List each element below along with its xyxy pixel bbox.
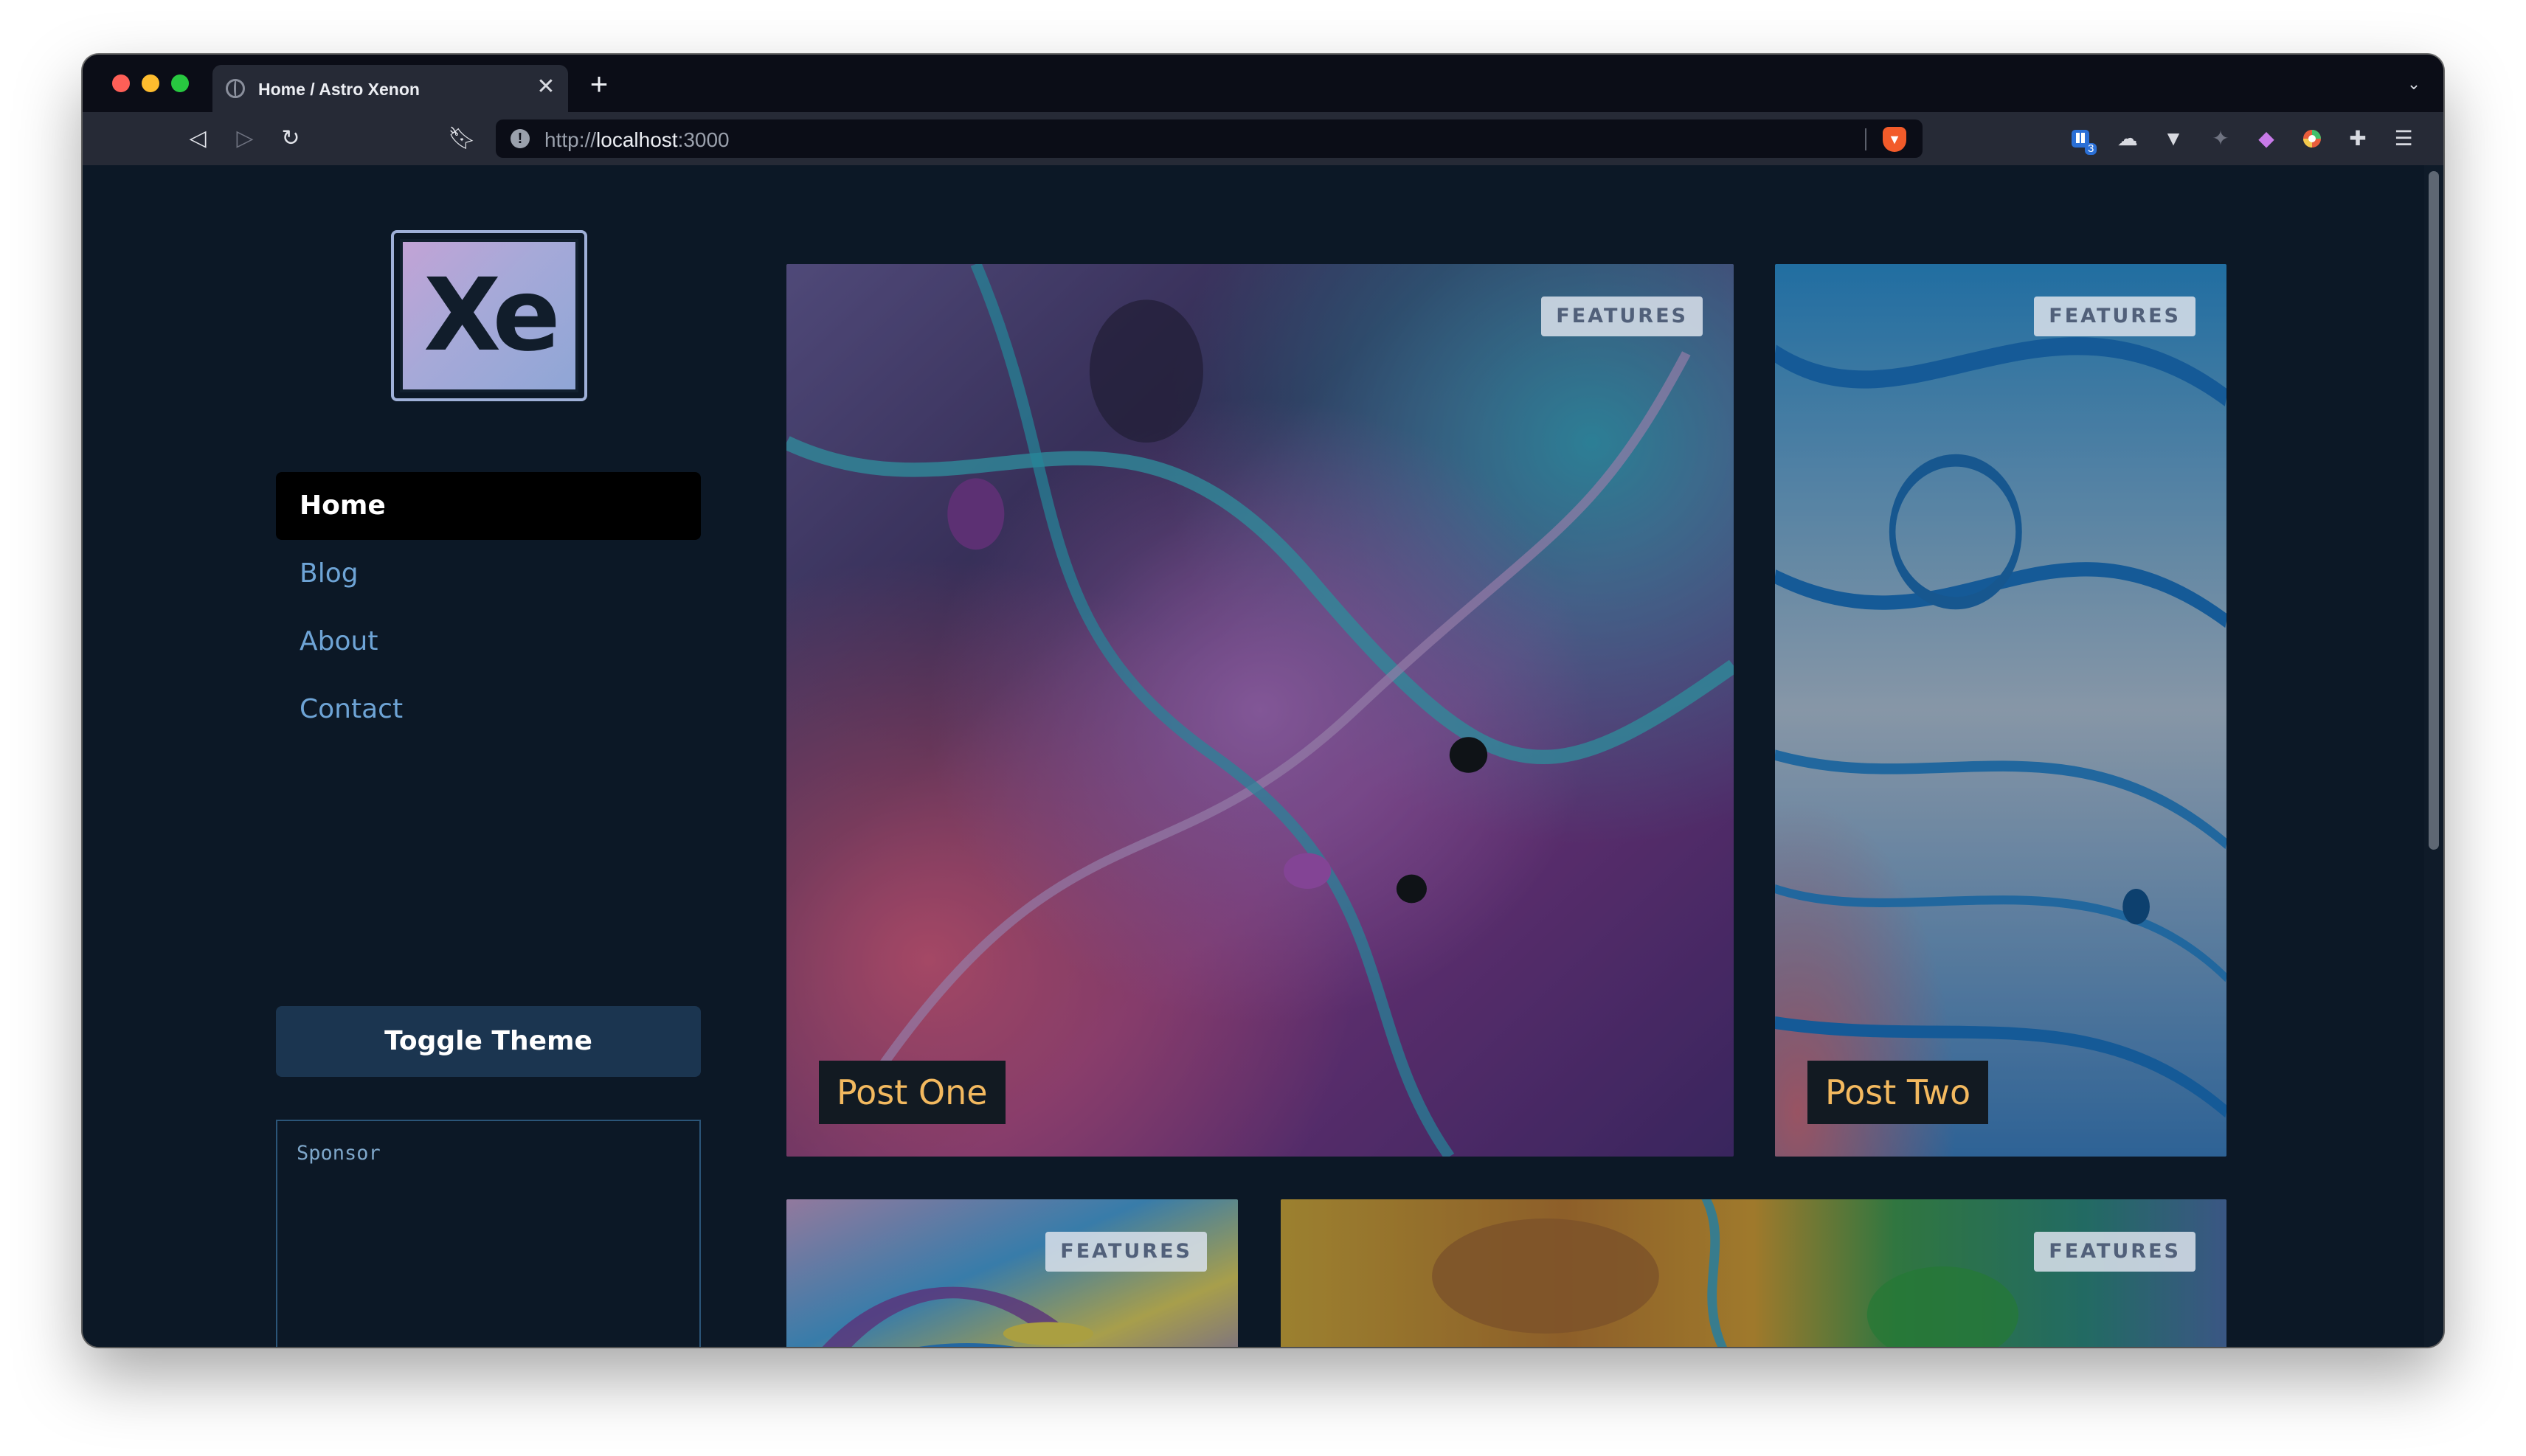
menu-icon[interactable]: ☰ xyxy=(2387,122,2420,155)
maximize-window-button[interactable] xyxy=(171,74,189,92)
image-overlay xyxy=(1281,1199,2226,1347)
chevron-down-icon[interactable]: ⌄ xyxy=(2401,71,2427,97)
sponsor-box: Sponsor xyxy=(276,1120,701,1347)
tab-title: Home / Astro Xenon xyxy=(258,80,420,99)
post-title[interactable]: Post Two xyxy=(1807,1061,1989,1124)
info-icon[interactable]: ! xyxy=(511,129,530,148)
plus-icon[interactable]: + xyxy=(581,66,617,102)
puzzle-extension-icon[interactable]: ✚ xyxy=(2342,122,2374,155)
sidebar-nav: Home Blog About Contact xyxy=(276,472,701,743)
url-text[interactable]: http://localhost:3000 xyxy=(544,128,730,152)
close-window-button[interactable] xyxy=(112,74,130,92)
scrollbar[interactable] xyxy=(2424,165,2443,1347)
category-badge[interactable]: FEATURES xyxy=(2034,1232,2195,1272)
category-badge[interactable]: FEATURES xyxy=(1045,1232,1207,1272)
post-title[interactable]: Post One xyxy=(819,1061,1006,1124)
logo-text: Xe xyxy=(423,257,560,374)
post-card-three[interactable]: FEATURES xyxy=(786,1199,1238,1347)
address-bar[interactable]: ! http://localhost:3000 ▼ xyxy=(496,119,1923,158)
browser-window: Home / Astro Xenon ✕ + ⌄ ◁ ▷ ↻ 🔖︎ ! http… xyxy=(83,55,2443,1347)
tab-strip: Home / Astro Xenon ✕ + ⌄ xyxy=(83,55,2443,112)
nav-item-home[interactable]: Home xyxy=(276,472,701,540)
cloud-extension-icon[interactable]: ☁ xyxy=(2111,122,2144,155)
post-card-two[interactable]: FEATURES Post Two xyxy=(1775,264,2226,1157)
minimize-window-button[interactable] xyxy=(142,74,159,92)
site-logo[interactable]: Xe xyxy=(391,230,587,401)
extension-icon[interactable]: 3 xyxy=(2064,122,2097,155)
url-divider xyxy=(1865,128,1866,150)
brave-shield-icon[interactable]: ▼ xyxy=(1883,127,1906,152)
scrollbar-thumb[interactable] xyxy=(2429,171,2439,850)
image-overlay xyxy=(786,264,1734,1157)
nav-item-about[interactable]: About xyxy=(276,608,701,676)
reload-icon[interactable]: ↻ xyxy=(273,121,308,156)
post-card-one[interactable]: FEATURES Post One xyxy=(786,264,1734,1157)
pin-extension-icon[interactable]: ✦ xyxy=(2204,122,2237,155)
nav-item-contact[interactable]: Contact xyxy=(276,676,701,743)
browser-tab[interactable]: Home / Astro Xenon ✕ xyxy=(212,65,568,112)
extension-badge: 3 xyxy=(2085,143,2097,155)
category-badge[interactable]: FEATURES xyxy=(2034,297,2195,336)
sponsor-label: Sponsor xyxy=(297,1142,381,1165)
vue-extension-icon[interactable]: ▼ xyxy=(2157,122,2190,155)
nav-item-blog[interactable]: Blog xyxy=(276,540,701,608)
color-extension-icon[interactable] xyxy=(2296,122,2328,155)
post-card-four[interactable]: FEATURES xyxy=(1281,1199,2226,1347)
image-overlay xyxy=(786,1199,1238,1347)
page-viewport: Xe Home Blog About Contact Toggle Theme … xyxy=(83,165,2443,1347)
back-icon[interactable]: ◁ xyxy=(180,121,215,156)
forward-icon[interactable]: ▷ xyxy=(227,121,263,156)
logo-box: Xe xyxy=(400,239,578,392)
bookmark-icon[interactable]: 🔖︎ xyxy=(444,121,480,156)
image-overlay xyxy=(1775,264,2226,1157)
close-icon[interactable]: ✕ xyxy=(531,72,561,102)
purple-extension-icon[interactable]: ◆ xyxy=(2250,122,2283,155)
browser-toolbar: ◁ ▷ ↻ 🔖︎ ! http://localhost:3000 ▼ 3 ☁ ▼… xyxy=(83,112,2443,165)
globe-icon xyxy=(226,79,245,98)
category-badge[interactable]: FEATURES xyxy=(1541,297,1703,336)
toggle-theme-button[interactable]: Toggle Theme xyxy=(276,1006,701,1077)
